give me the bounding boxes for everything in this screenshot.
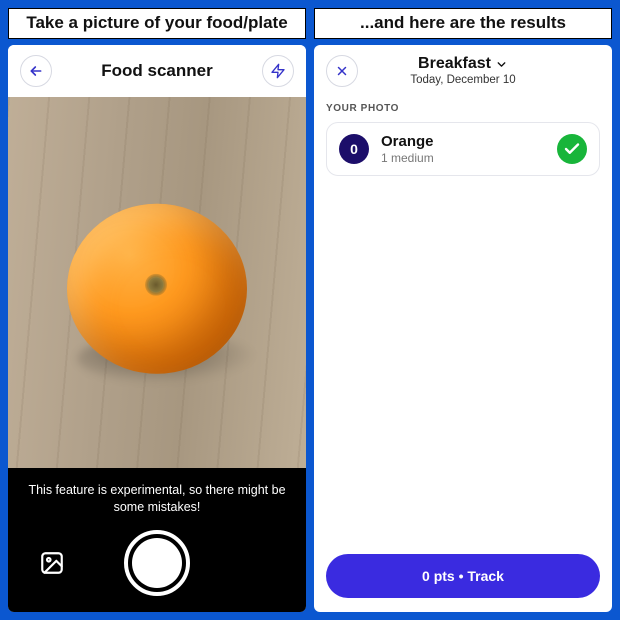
food-info: Orange 1 medium xyxy=(381,133,545,165)
results-body: YOUR PHOTO 0 Orange 1 medium xyxy=(314,93,612,544)
scanner-panel: Food scanner This feature is experimenta… xyxy=(8,45,306,612)
close-button[interactable] xyxy=(326,55,358,87)
results-panel: Breakfast Today, December 10 YOUR PHOTO … xyxy=(314,45,612,612)
track-button[interactable]: 0 pts • Track xyxy=(326,554,600,598)
experimental-disclaimer: This feature is experimental, so there m… xyxy=(27,482,287,516)
food-name: Orange xyxy=(381,133,545,150)
food-result-card[interactable]: 0 Orange 1 medium xyxy=(326,122,600,176)
check-icon xyxy=(563,140,581,158)
scanner-header: Food scanner xyxy=(8,45,306,97)
section-label-your-photo: YOUR PHOTO xyxy=(326,103,600,114)
camera-controls-bar: This feature is experimental, so there m… xyxy=(8,468,306,612)
shutter-button[interactable] xyxy=(124,530,190,596)
caption-left: Take a picture of your food/plate xyxy=(8,8,306,39)
scanner-title: Food scanner xyxy=(101,61,212,81)
food-confirmed-badge xyxy=(557,134,587,164)
chevron-down-icon xyxy=(495,58,508,71)
back-arrow-icon xyxy=(28,63,44,79)
results-footer: 0 pts • Track xyxy=(314,544,612,612)
points-badge: 0 xyxy=(339,134,369,164)
meal-date: Today, December 10 xyxy=(366,74,560,86)
gallery-button[interactable] xyxy=(36,547,68,579)
meal-label: Breakfast xyxy=(418,55,491,73)
camera-shutter-icon xyxy=(132,538,182,588)
back-button[interactable] xyxy=(20,55,52,87)
food-subject xyxy=(67,204,247,374)
gallery-icon xyxy=(39,550,65,576)
meal-heading: Breakfast Today, December 10 xyxy=(366,55,560,86)
caption-right: ...and here are the results xyxy=(314,8,612,39)
close-icon xyxy=(335,64,349,78)
caption-row: Take a picture of your food/plate ...and… xyxy=(8,8,612,39)
camera-viewfinder xyxy=(8,97,306,469)
results-header: Breakfast Today, December 10 xyxy=(314,45,612,93)
lightning-icon xyxy=(270,63,286,79)
food-portion: 1 medium xyxy=(381,151,545,165)
flash-button[interactable] xyxy=(262,55,294,87)
panels-row: Food scanner This feature is experimenta… xyxy=(8,45,612,612)
orange-fruit xyxy=(67,204,247,374)
meal-selector[interactable]: Breakfast xyxy=(418,55,508,73)
